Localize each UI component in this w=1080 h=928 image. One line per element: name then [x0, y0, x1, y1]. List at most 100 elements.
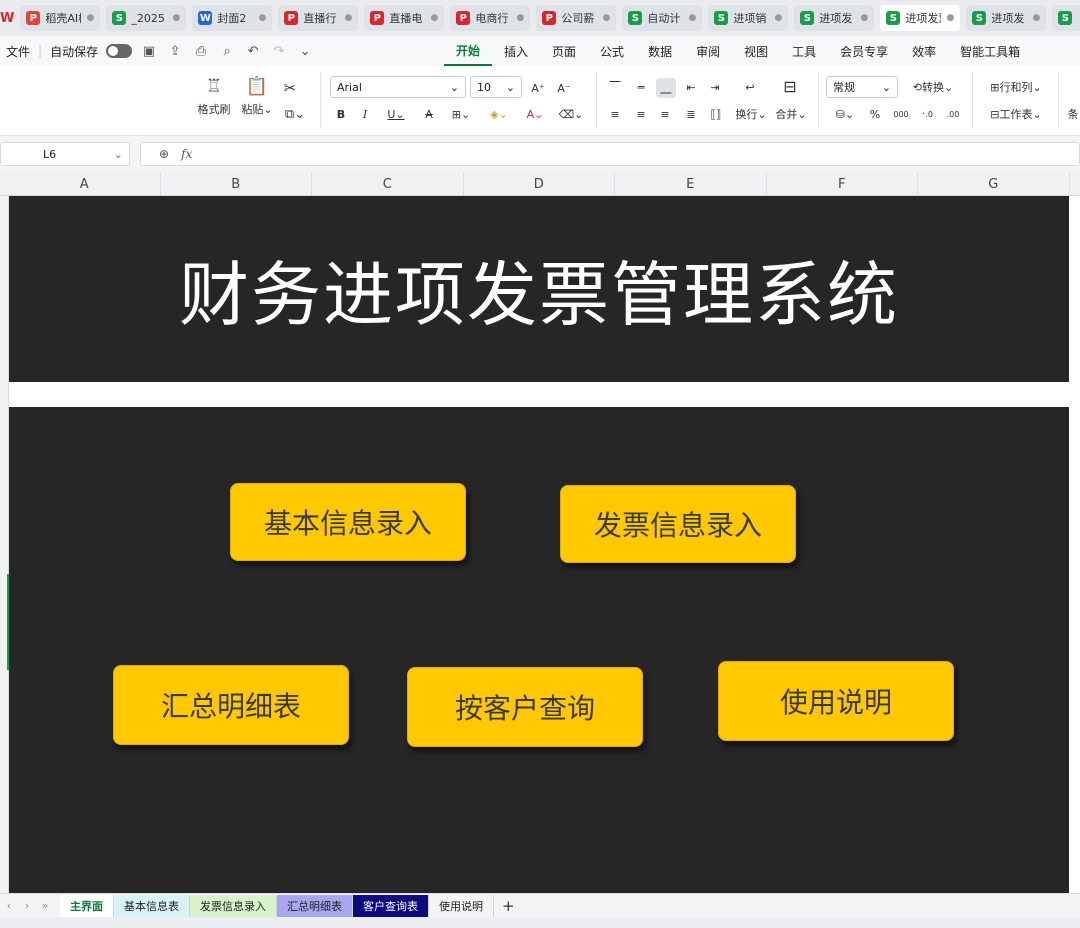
- column-header[interactable]: E: [615, 172, 767, 196]
- menu-tab[interactable]: 效率: [900, 36, 948, 66]
- sheet-grid[interactable]: 财务进项发票管理系统 基本信息录入 发票信息录入 汇总明细表 按客户查询 使用说…: [0, 196, 1080, 893]
- document-tab[interactable]: W 封面2 ●: [192, 5, 273, 31]
- decrease-decimal-icon[interactable]: .00: [942, 104, 964, 124]
- menu-tab[interactable]: 页面: [540, 36, 588, 66]
- document-tab[interactable]: S 进项销 ●: [708, 5, 789, 31]
- menu-tab[interactable]: 公式: [588, 36, 636, 66]
- sheet-tab[interactable]: 客户查询表: [353, 894, 429, 917]
- menu-tab[interactable]: 插入: [492, 36, 540, 66]
- menu-tab[interactable]: 开始: [444, 36, 493, 66]
- sheet-tab[interactable]: 发票信息录入: [190, 894, 277, 917]
- currency-icon[interactable]: ⛁⌄: [830, 104, 860, 124]
- name-box[interactable]: L6 ⌄: [0, 142, 130, 166]
- invoice-entry-button[interactable]: 发票信息录入: [560, 485, 796, 563]
- sheet-tab[interactable]: 使用说明: [429, 894, 494, 917]
- format-painter-button[interactable]: ♖ 格式刷: [196, 76, 232, 117]
- underline-icon[interactable]: U⌄: [382, 104, 410, 124]
- fill-color-icon[interactable]: ◈⌄: [484, 104, 514, 124]
- autosave-toggle[interactable]: [106, 44, 133, 58]
- share-icon[interactable]: ⇪: [166, 42, 184, 60]
- print-icon[interactable]: ⎙: [192, 42, 210, 60]
- menu-tab[interactable]: 审阅: [684, 36, 732, 66]
- document-tab[interactable]: P 公司薪 ●: [536, 5, 617, 31]
- basic-info-entry-button[interactable]: 基本信息录入: [230, 483, 466, 561]
- save-icon[interactable]: ▣: [140, 42, 158, 60]
- increase-font-icon[interactable]: A⁺: [528, 78, 548, 98]
- column-header[interactable]: F: [767, 172, 918, 196]
- convert-button[interactable]: ⟲ 转换 ⌄: [904, 78, 962, 96]
- align-middle-icon[interactable]: ═: [632, 78, 650, 96]
- align-right-icon[interactable]: ≡: [656, 104, 674, 124]
- rows-cols-button[interactable]: ⊞ 行和列 ⌄: [982, 78, 1050, 96]
- paste-button[interactable]: 📋 粘贴⌄: [240, 76, 274, 117]
- align-bottom-icon[interactable]: ⎽: [656, 78, 676, 98]
- menu-tab[interactable]: 数据: [636, 36, 684, 66]
- fx-icon[interactable]: fx: [181, 147, 192, 161]
- thousands-icon[interactable]: 000: [890, 104, 912, 124]
- border-icon[interactable]: ⊞⌄: [446, 104, 476, 124]
- conditional-format-button[interactable]: 条: [1066, 104, 1080, 124]
- worksheet-button[interactable]: ⊟ 工作表 ⌄: [982, 104, 1050, 124]
- bold-icon[interactable]: B: [332, 104, 350, 124]
- strikethrough-icon[interactable]: A: [420, 104, 438, 124]
- menu-tab[interactable]: 工具: [780, 36, 828, 66]
- number-format-select[interactable]: 常规 ⌄: [826, 76, 898, 98]
- sheet-tab[interactable]: 主界面: [60, 894, 114, 917]
- first-sheet-icon[interactable]: ‹: [0, 899, 18, 912]
- indent-increase-icon[interactable]: ⇥: [706, 78, 724, 96]
- decrease-font-icon[interactable]: A⁻: [554, 78, 574, 98]
- font-name-select[interactable]: Arial ⌄: [330, 76, 466, 98]
- document-tab[interactable]: S _2025 ●: [106, 5, 187, 31]
- formula-input[interactable]: ⊕ fx: [140, 142, 1080, 166]
- help-button[interactable]: 使用说明: [718, 661, 954, 741]
- column-header[interactable]: C: [312, 172, 464, 196]
- percent-icon[interactable]: %: [866, 104, 884, 124]
- distributed-icon[interactable]: ⟦⟧: [706, 104, 726, 124]
- summary-detail-button[interactable]: 汇总明细表: [113, 665, 349, 745]
- zoom-icon[interactable]: ⊕: [159, 147, 169, 161]
- column-header[interactable]: G: [918, 172, 1070, 196]
- undo-icon[interactable]: ↶: [244, 42, 262, 60]
- wrap-icon[interactable]: ↩: [738, 78, 762, 96]
- menu-tab[interactable]: 会员专享: [828, 36, 900, 66]
- align-top-icon[interactable]: ⎺: [606, 78, 624, 96]
- increase-decimal-icon[interactable]: ⁺.0: [916, 104, 938, 124]
- cut-icon[interactable]: ✂: [280, 78, 300, 98]
- column-header[interactable]: B: [161, 172, 312, 196]
- font-size-select[interactable]: 10 ⌄: [470, 76, 522, 98]
- app-logo-icon[interactable]: W: [0, 0, 14, 36]
- document-tab[interactable]: S 进项发 ●: [966, 5, 1047, 31]
- column-header[interactable]: A: [9, 172, 161, 196]
- document-tab[interactable]: S 进项发 ●: [794, 5, 875, 31]
- document-tab[interactable]: P 电商行 ●: [450, 5, 531, 31]
- font-color-icon[interactable]: A⌄: [520, 104, 550, 124]
- column-header[interactable]: D: [464, 172, 615, 196]
- italic-icon[interactable]: I: [356, 104, 374, 124]
- add-sheet-icon[interactable]: +: [494, 897, 523, 915]
- print-preview-icon[interactable]: ⌕: [218, 42, 236, 60]
- document-tab[interactable]: S 进项发票 ●: [880, 5, 961, 31]
- sheet-tab[interactable]: 基本信息表: [114, 894, 190, 917]
- clear-icon[interactable]: ⌫⌄: [556, 104, 586, 124]
- merge-icon[interactable]: ⊟: [778, 76, 802, 96]
- align-left-icon[interactable]: ≡: [606, 104, 624, 124]
- document-tab[interactable]: S 自动计 ●: [622, 5, 703, 31]
- align-center-icon[interactable]: ≡: [632, 104, 650, 124]
- wrap-button[interactable]: 换行 ⌄: [732, 104, 770, 124]
- redo-icon[interactable]: ↷: [270, 42, 288, 60]
- document-tab[interactable]: S●: [1052, 5, 1080, 31]
- customer-query-button[interactable]: 按客户查询: [407, 667, 643, 747]
- merge-button[interactable]: 合并 ⌄: [772, 104, 810, 124]
- document-tab[interactable]: P 稻壳AI模 ●: [20, 5, 101, 31]
- indent-decrease-icon[interactable]: ⇤: [682, 78, 700, 96]
- document-tab[interactable]: P 直播行 ●: [278, 5, 359, 31]
- sheet-tab[interactable]: 汇总明细表: [277, 894, 353, 917]
- chevron-down-icon[interactable]: ⌄: [296, 42, 314, 60]
- next-sheet-icon[interactable]: ›: [18, 899, 36, 912]
- menu-tab[interactable]: 智能工具箱: [948, 36, 1032, 66]
- menu-file[interactable]: 文件: [6, 43, 30, 60]
- document-tab[interactable]: P 直播电 ●: [364, 5, 445, 31]
- last-sheet-icon[interactable]: »: [36, 899, 54, 912]
- copy-icon[interactable]: ⧉⌄: [280, 104, 310, 124]
- menu-tab[interactable]: 视图: [732, 36, 780, 66]
